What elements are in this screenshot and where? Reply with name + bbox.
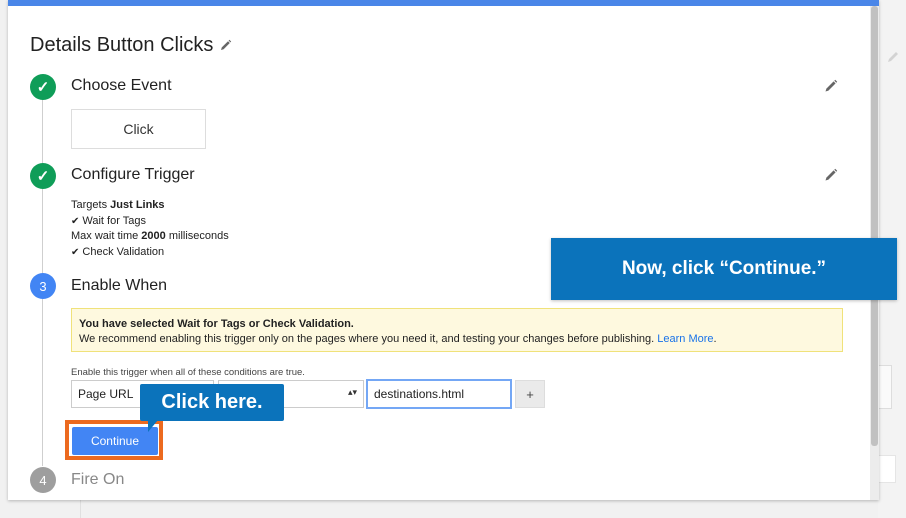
warning-body: We recommend enabling this trigger only … (79, 333, 658, 345)
trigger-config-summary: Targets Just Links ✔ Wait for Tags Max wa… (71, 198, 229, 260)
condition-value-text: destinations.html (374, 387, 465, 401)
event-type-card[interactable]: Click (71, 109, 206, 149)
scrollbar-thumb[interactable] (871, 6, 878, 446)
wait-tags-warning-banner: You have selected Wait for Tags or Check… (71, 308, 843, 352)
check-glyph: ✓ (36, 168, 50, 185)
instruction-callout: Now, click “Continue.” (551, 238, 897, 300)
trigger-title: Details Button Clicks (30, 34, 214, 56)
targets-value: Just Links (110, 199, 165, 211)
targets-label: Targets (71, 199, 111, 211)
continue-button[interactable]: Continue (72, 427, 158, 455)
edit-configure-pencil-icon[interactable] (824, 168, 838, 182)
step-enable-when-title: Enable When (71, 277, 168, 294)
check-validation-label: Check Validation (82, 245, 165, 258)
max-wait-unit: milliseconds (165, 230, 229, 242)
check-glyph: ✓ (36, 79, 50, 96)
targets-line: Targets Just Links (71, 198, 229, 214)
warning-period: . (713, 333, 717, 345)
step-complete-check-icon: ✓ (30, 163, 56, 189)
step-configure-trigger-title: Configure Trigger (71, 166, 195, 183)
select-arrows-icon: ▴▾ (347, 387, 357, 397)
callout-pointer (148, 420, 164, 432)
background-pencil-icon (888, 52, 898, 62)
variable-select-value: Page URL (78, 387, 134, 401)
check-validation-line: ✔ Check Validation (71, 245, 229, 261)
step-number-badge: 3 (30, 273, 56, 299)
click-here-callout: Click here. (140, 384, 284, 421)
warning-heading: You have selected Wait for Tags or Check… (79, 318, 354, 330)
background-input (876, 455, 896, 483)
conditions-label: Enable this trigger when all of these co… (71, 367, 305, 378)
step-choose-event-title: Choose Event (71, 77, 172, 94)
wait-for-tags-line: ✔ Wait for Tags (71, 214, 229, 230)
max-wait-value: 2000 (141, 230, 166, 242)
panel-top-bar (8, 0, 879, 6)
max-wait-label: Max wait time (71, 230, 142, 242)
learn-more-link[interactable]: Learn More (657, 333, 713, 345)
background-divider (80, 500, 81, 518)
condition-value-input[interactable]: destinations.html (366, 379, 512, 409)
edit-title-pencil-icon[interactable] (220, 39, 232, 51)
edit-event-pencil-icon[interactable] (824, 79, 838, 93)
step-complete-check-icon: ✓ (30, 74, 56, 100)
add-condition-button[interactable]: + (515, 380, 545, 408)
wait-for-tags-label: Wait for Tags (82, 214, 146, 227)
max-wait-line: Max wait time 2000 milliseconds (71, 229, 229, 245)
small-check-icon: ✔ (71, 215, 80, 227)
step-number-badge: 4 (30, 467, 56, 493)
small-check-icon: ✔ (71, 246, 80, 258)
step-fire-on-title: Fire On (71, 471, 125, 488)
